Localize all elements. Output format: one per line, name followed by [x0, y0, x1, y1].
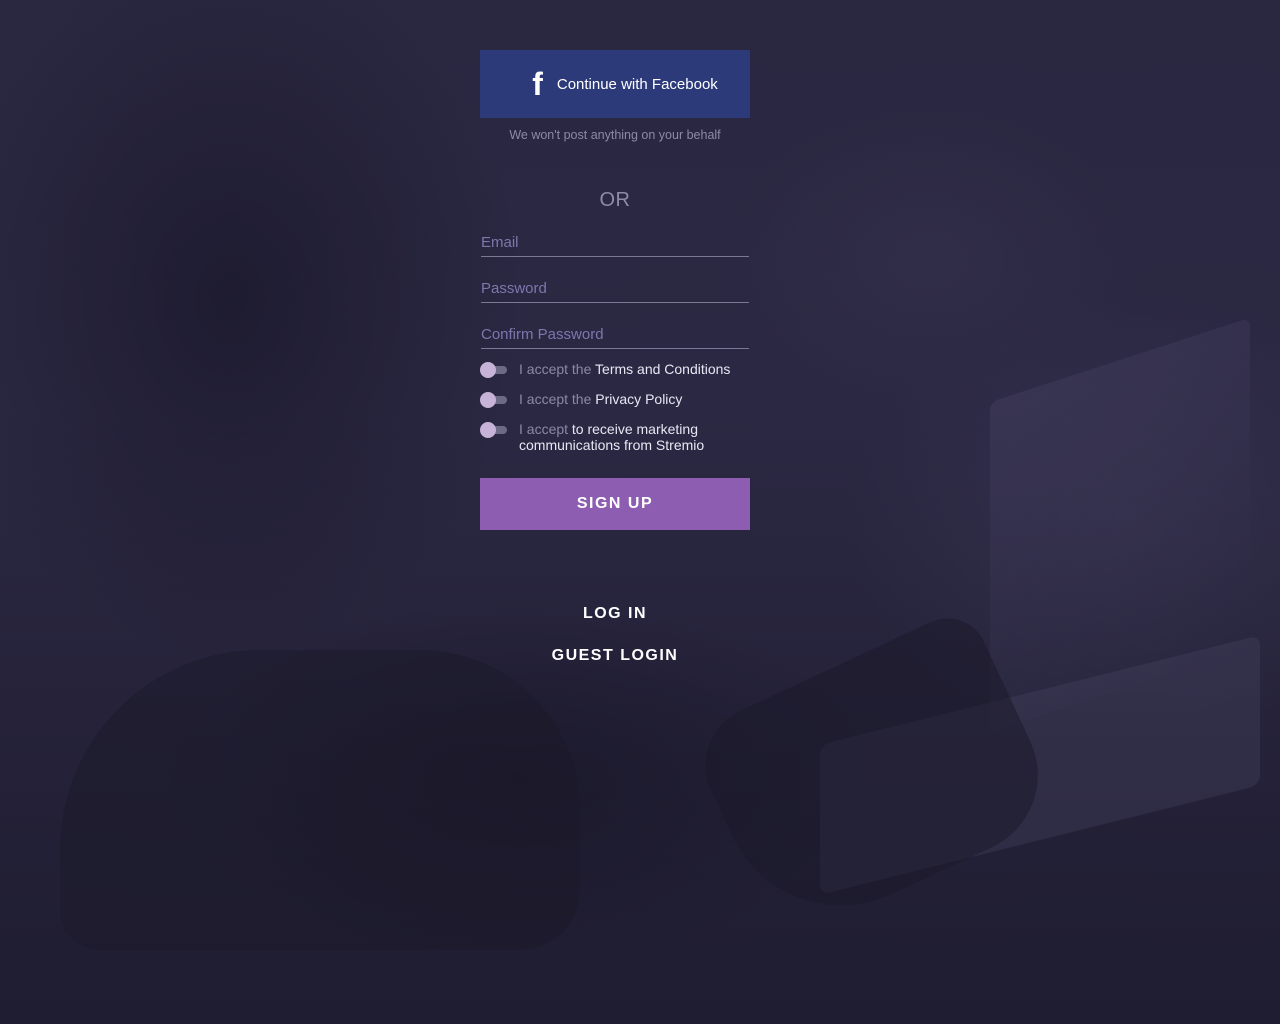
privacy-prefix: I accept the: [519, 391, 592, 407]
toggle-knob: [480, 422, 496, 438]
login-button[interactable]: LOG IN: [480, 605, 750, 623]
terms-label: I accept the Terms and Conditions: [519, 361, 730, 377]
password-input[interactable]: [481, 276, 749, 300]
guest-login-button[interactable]: GUEST LOGIN: [480, 647, 750, 665]
facebook-login-button[interactable]: f Continue with Facebook: [480, 50, 750, 118]
email-field-container: [481, 230, 749, 257]
privacy-toggle[interactable]: [480, 391, 508, 409]
marketing-toggle[interactable]: [480, 421, 508, 439]
signup-button[interactable]: SIGN UP: [480, 478, 750, 530]
privacy-consent[interactable]: I accept the Privacy Policy: [480, 391, 750, 409]
toggle-knob: [480, 362, 496, 378]
terms-link[interactable]: Terms and Conditions: [595, 361, 730, 377]
confirm-password-input[interactable]: [481, 322, 749, 346]
terms-prefix: I accept the: [519, 361, 592, 377]
facebook-button-label: Continue with Facebook: [556, 75, 718, 93]
privacy-link[interactable]: Privacy Policy: [595, 391, 682, 407]
marketing-consent[interactable]: I accept to receive marketing communicat…: [480, 421, 750, 453]
privacy-label: I accept the Privacy Policy: [519, 391, 682, 407]
background-sleeve: [60, 650, 580, 950]
facebook-icon: f: [532, 66, 543, 102]
terms-toggle[interactable]: [480, 361, 508, 379]
signup-panel: f Continue with Facebook We won't post a…: [480, 50, 750, 665]
password-field-container: [481, 276, 749, 303]
toggle-knob: [480, 392, 496, 408]
consent-list: I accept the Terms and Conditions I acce…: [480, 361, 750, 453]
terms-consent[interactable]: I accept the Terms and Conditions: [480, 361, 750, 379]
facebook-note: We won't post anything on your behalf: [509, 128, 721, 142]
or-divider: OR: [599, 189, 631, 211]
email-input[interactable]: [481, 230, 749, 254]
marketing-prefix: I accept: [519, 421, 569, 437]
marketing-label: I accept to receive marketing communicat…: [519, 421, 750, 453]
confirm-password-field-container: [481, 322, 749, 349]
